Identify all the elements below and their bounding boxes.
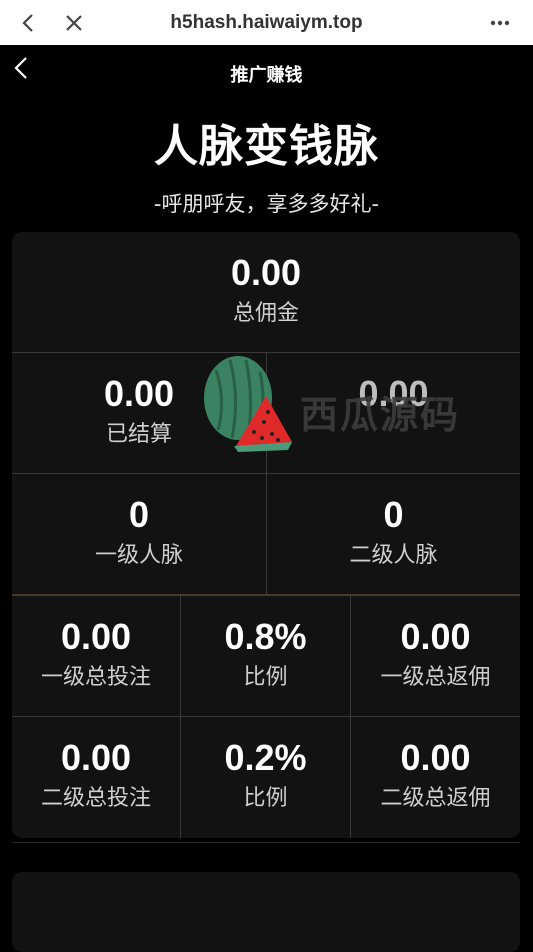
level1-ratio-value: 0.8% [224,616,307,657]
level1-people-value: 0 [128,494,150,535]
secondary-card [12,872,520,952]
level1-ratio-stat: 0.8% 比例 [181,596,350,716]
level2-people-value: 0 [383,494,404,535]
level2-bet-label: 二级总投注 [40,786,151,811]
level1-people-stat: 0 一级人脉 [12,474,266,594]
settled-label: 已结算 [105,422,172,447]
commission-stats-card: 0.00 总佣金 0.00 已结算 0.00 0 一级人脉 0 二级人脉 0.0… [12,232,520,838]
level2-ratio-value: 0.2% [224,737,307,778]
hero-title: 人脉变钱脉 [154,121,379,172]
level1-bet-value: 0.00 [60,616,132,657]
total-commission-value: 0.00 [230,252,302,293]
level2-rebate-stat: 0.00 二级总返佣 [351,717,520,837]
total-commission: 0.00 总佣金 [12,232,520,352]
watermark-text: 西瓜源码 [300,393,461,437]
level1-rebate-label: 一级总返佣 [380,665,491,690]
browser-bar: h5hash.haiwaiym.top [0,0,533,45]
page-title: 推广赚钱 [230,65,303,86]
level2-rebate-label: 二级总返佣 [380,786,491,811]
level2-rebate-value: 0.00 [400,737,471,778]
watermelon-watermark-icon [196,350,294,456]
level2-bet-value: 0.00 [60,737,132,778]
level1-rebate-stat: 0.00 一级总返佣 [351,596,520,716]
level2-people-stat: 0 二级人脉 [267,474,520,594]
level2-ratio-stat: 0.2% 比例 [181,717,350,837]
level1-people-label: 一级人脉 [94,543,183,568]
level2-bet-stat: 0.00 二级总投注 [12,717,180,837]
level2-people-label: 二级人脉 [349,543,438,568]
level1-bet-label: 一级总投注 [40,665,151,690]
settled-value: 0.00 [103,373,175,414]
hero-subtitle: -呼朋呼友，享多多好礼- [153,192,380,216]
level1-rebate-value: 0.00 [400,616,471,657]
divider [12,842,520,843]
browser-url: h5hash.haiwaiym.top [170,12,363,33]
more-options-icon[interactable] [485,0,515,45]
level2-ratio-label: 比例 [243,786,288,811]
level1-ratio-label: 比例 [243,665,288,690]
level1-bet-stat: 0.00 一级总投注 [12,596,180,716]
app-header: 推广赚钱 [0,45,533,100]
total-commission-label: 总佣金 [232,301,299,326]
